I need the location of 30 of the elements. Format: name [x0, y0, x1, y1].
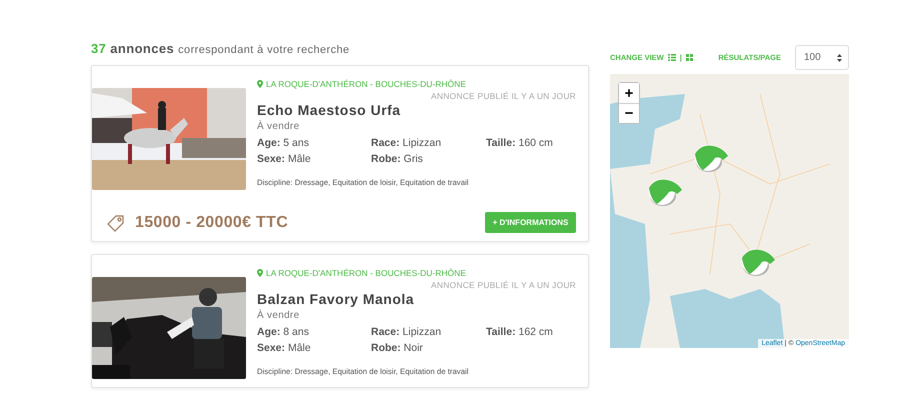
price-text: 15000 - 20000€ TTC — [135, 214, 288, 232]
sale-status: À vendre — [257, 310, 300, 321]
list-view-icon[interactable] — [668, 54, 676, 61]
published-text: ANNONCE PUBLIÉ IL Y A UN JOUR — [431, 91, 576, 101]
location-text: LA ROQUE-D'ANTHÉRON - BOUCHES-DU-RHÔNE — [266, 79, 466, 89]
grid-view-icon[interactable] — [686, 54, 693, 61]
spec-text: Robe: Noir — [371, 342, 424, 354]
spec-text: Robe: Gris — [371, 153, 424, 165]
spec-text: Age: 5 ans — [257, 137, 310, 149]
horse-name: Echo Maestoso Urfa — [257, 102, 402, 118]
sort-arrows-icon — [837, 54, 842, 62]
spec-text: Sexe: Mâle — [257, 342, 312, 354]
per-page-select[interactable]: 100 — [795, 45, 849, 70]
price-tag-icon — [106, 214, 126, 232]
spec-text: Taille: 160 cm — [486, 137, 554, 149]
spec-text: Sexe: Mâle — [257, 153, 312, 165]
map-pin-icon — [257, 80, 263, 88]
spec-text: Race: Lipizzan — [371, 137, 442, 149]
result-count: 37 — [91, 41, 106, 56]
location-text: LA ROQUE-D'ANTHÉRON - BOUCHES-DU-RHÔNE — [266, 268, 466, 278]
result-description: correspondant à votre recherche — [178, 44, 350, 56]
map-pin-icon — [257, 269, 263, 277]
spec-text: Taille: 162 cm — [486, 326, 554, 338]
result-label: annonces — [110, 41, 174, 56]
spec-text: Age: 8 ans — [257, 326, 310, 338]
horse-name: Balzan Favory Manola — [257, 291, 416, 307]
spec-text: Race: Lipizzan — [371, 326, 442, 338]
published-text: ANNONCE PUBLIÉ IL Y A UN JOUR — [431, 280, 576, 290]
sale-status: À vendre — [257, 121, 300, 132]
zoom-out-button[interactable]: − — [619, 103, 639, 123]
